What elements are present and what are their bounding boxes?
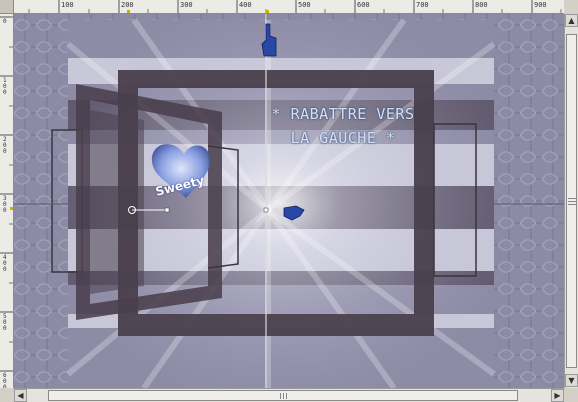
horizontal-scroll-thumb[interactable] (48, 390, 518, 401)
ruler-label-200: 200 (121, 1, 134, 9)
thumb-grip (568, 198, 576, 199)
vruler-label-300: 300 (3, 195, 7, 214)
vruler-label-100: 100 (3, 77, 7, 96)
scroll-down-button[interactable]: ▼ (565, 374, 578, 387)
scroll-left-button[interactable]: ◀ (14, 389, 27, 402)
vruler-label-600: 600 (3, 372, 7, 389)
vruler-label-400: 400 (3, 254, 7, 273)
ruler-label-500: 500 (298, 1, 311, 9)
canvas-artwork (14, 14, 564, 388)
vertical-ruler[interactable]: 0 100 200 300 400 500 600 (0, 14, 14, 388)
ruler-label-800: 800 (475, 1, 488, 9)
vruler-label-500: 500 (3, 313, 7, 332)
ruler-label-700: 700 (416, 1, 429, 9)
scroll-up-button[interactable]: ▲ (565, 14, 578, 27)
image-canvas[interactable]: * RABATTRE VERS LA GAUCHE * Sweety (14, 14, 564, 388)
thumb-grip (286, 393, 287, 399)
vruler-label-200: 200 (3, 136, 7, 155)
ruler-label-100: 100 (61, 1, 74, 9)
arrow-left-icon: ◀ (17, 391, 24, 400)
scroll-right-button[interactable]: ▶ (551, 389, 564, 402)
ruler-label-600: 600 (357, 1, 370, 9)
ruler-label-400: 400 (239, 1, 252, 9)
instruction-line-1: * RABATTRE VERS (271, 105, 415, 123)
arrow-right-icon: ▶ (554, 391, 561, 400)
thumb-grip (283, 393, 284, 399)
ruler-label-300: 300 (180, 1, 193, 9)
arrow-up-icon: ▲ (568, 16, 575, 25)
instruction-line-2: LA GAUCHE * (290, 129, 396, 147)
horizontal-ruler[interactable]: 100 200 300 400 500 600 700 800 900 (14, 0, 564, 14)
ruler-label-900: 900 (534, 1, 547, 9)
vertical-scroll-thumb[interactable] (566, 34, 577, 368)
vertical-scrollbar[interactable]: ▲ ▼ (564, 14, 578, 388)
image-editor-window: 100 200 300 400 500 600 700 800 900 0 10… (0, 0, 578, 402)
scrollbar-corner (564, 388, 578, 402)
instruction-text: * RABATTRE VERS LA GAUCHE * (268, 102, 418, 150)
horizontal-scrollbar[interactable]: ◀ ▶ (14, 388, 564, 402)
ruler-corner[interactable] (0, 0, 14, 14)
thumb-grip (280, 393, 281, 399)
vruler-label-0: 0 (3, 18, 7, 25)
thumb-grip (568, 204, 576, 205)
arrow-down-icon: ▼ (568, 376, 575, 385)
thumb-grip (568, 201, 576, 202)
